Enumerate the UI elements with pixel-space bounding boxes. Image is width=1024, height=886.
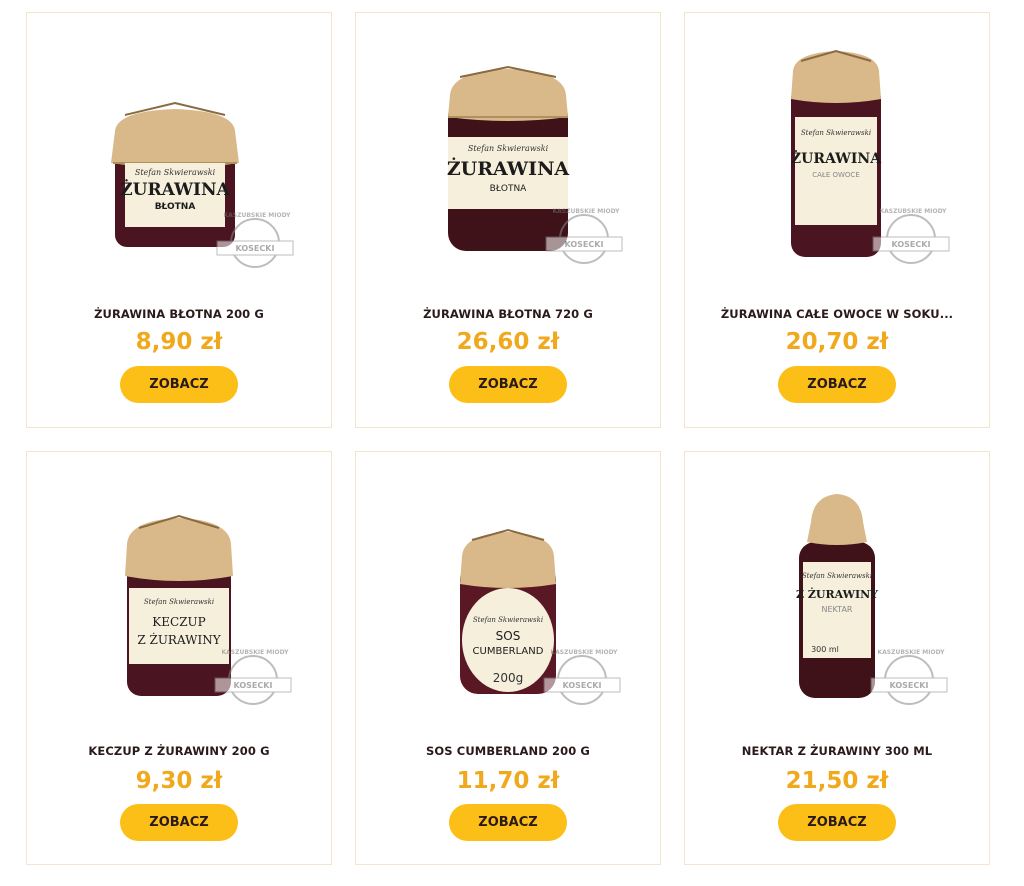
label-brand: Stefan Skwierawski <box>135 168 216 177</box>
label-sub: BŁOTNA <box>155 202 196 212</box>
product-title[interactable]: ŻURAWINA BŁOTNA 200 G <box>35 307 323 321</box>
label-title: ŻURAWINA <box>791 148 882 167</box>
product-image[interactable]: Stefan Skwierawski Z ŻURAWINY NEKTAR 300… <box>685 452 989 727</box>
jar-tall-icon: Stefan Skwierawski ŻURAWINA CAŁE OWOCE K… <box>791 49 950 264</box>
product-title[interactable]: ŻURAWINA BŁOTNA 720 G <box>364 307 652 321</box>
label-sub: CAŁE OWOCE <box>812 171 860 179</box>
view-button[interactable]: ZOBACZ <box>778 804 896 841</box>
product-card[interactable]: Stefan Skwierawski ŻURAWINA CAŁE OWOCE K… <box>684 12 990 428</box>
view-button[interactable]: ZOBACZ <box>778 366 896 403</box>
view-button[interactable]: ZOBACZ <box>449 804 567 841</box>
svg-text:KOSECKI: KOSECKI <box>565 240 604 249</box>
label-title: Z ŻURAWINY <box>796 587 878 601</box>
product-image[interactable]: Stefan Skwierawski ŻURAWINA BŁOTNA KOSEC… <box>27 13 331 288</box>
label-title: SOS <box>496 629 521 643</box>
product-title[interactable]: SOS CUMBERLAND 200 G <box>364 744 652 758</box>
jar-short-icon: Stefan Skwierawski ŻURAWINA BŁOTNA KOSEC… <box>111 101 294 268</box>
svg-text:KASZUBSKIE MIODY: KASZUBSKIE MIODY <box>553 208 621 215</box>
svg-text:KOSECKI: KOSECKI <box>890 681 929 690</box>
label-title: ŻURAWINA <box>447 157 570 180</box>
label-brand: Stefan Skwierawski <box>468 144 549 153</box>
svg-text:KASZUBSKIE MIODY: KASZUBSKIE MIODY <box>878 649 946 656</box>
label-weight: 200g <box>493 671 524 685</box>
label-sub: CUMBERLAND <box>473 646 544 657</box>
view-button[interactable]: ZOBACZ <box>120 804 238 841</box>
product-image[interactable]: Stefan Skwierawski KECZUP Z ŻURAWINY KOS… <box>27 452 331 727</box>
svg-text:KOSECKI: KOSECKI <box>892 240 931 249</box>
product-title[interactable]: NEKTAR Z ŻURAWINY 300 ML <box>693 744 981 758</box>
bottle-icon: Stefan Skwierawski Z ŻURAWINY NEKTAR 300… <box>796 494 948 705</box>
svg-text:KOSECKI: KOSECKI <box>236 244 275 253</box>
svg-text:KOSECKI: KOSECKI <box>234 681 273 690</box>
product-price: 21,50 zł <box>785 768 889 794</box>
svg-text:KASZUBSKIE MIODY: KASZUBSKIE MIODY <box>551 649 619 656</box>
view-button[interactable]: ZOBACZ <box>449 366 567 403</box>
product-image[interactable]: Stefan Skwierawski ŻURAWINA BŁOTNA KOSEC… <box>356 13 660 288</box>
jar-medium-icon: Stefan Skwierawski KECZUP Z ŻURAWINY KOS… <box>125 514 292 705</box>
jar-round-icon: Stefan Skwierawski SOS CUMBERLAND 200g K… <box>460 528 621 705</box>
label-title: KECZUP <box>152 615 205 629</box>
product-price: 8,90 zł <box>135 329 223 355</box>
label-brand: Stefan Skwierawski <box>802 572 872 580</box>
label-sub: NEKTAR <box>822 605 853 614</box>
product-price: 9,30 zł <box>135 768 223 794</box>
product-card[interactable]: Stefan Skwierawski ŻURAWINA BŁOTNA KOSEC… <box>355 12 661 428</box>
svg-text:KASZUBSKIE MIODY: KASZUBSKIE MIODY <box>224 212 292 219</box>
product-title[interactable]: ŻURAWINA CAŁE OWOCE W SOKU... <box>693 307 981 321</box>
product-card[interactable]: Stefan Skwierawski KECZUP Z ŻURAWINY KOS… <box>26 451 332 865</box>
label-brand: Stefan Skwierawski <box>473 616 543 624</box>
label-sub: BŁOTNA <box>490 184 528 194</box>
view-button[interactable]: ZOBACZ <box>120 366 238 403</box>
product-card[interactable]: Stefan Skwierawski SOS CUMBERLAND 200g K… <box>355 451 661 865</box>
product-price: 20,70 zł <box>785 329 889 355</box>
label-sub: Z ŻURAWINY <box>137 632 221 647</box>
product-card[interactable]: Stefan Skwierawski ŻURAWINA BŁOTNA KOSEC… <box>26 12 332 428</box>
product-title[interactable]: KECZUP Z ŻURAWINY 200 G <box>35 744 323 758</box>
jar-large-icon: Stefan Skwierawski ŻURAWINA BŁOTNA KOSEC… <box>447 65 623 264</box>
label-brand: Stefan Skwierawski <box>801 129 871 137</box>
product-image[interactable]: Stefan Skwierawski SOS CUMBERLAND 200g K… <box>356 452 660 727</box>
svg-text:KOSECKI: KOSECKI <box>563 681 602 690</box>
svg-text:KASZUBSKIE MIODY: KASZUBSKIE MIODY <box>222 649 290 656</box>
label-title: ŻURAWINA <box>120 179 230 200</box>
product-image[interactable]: Stefan Skwierawski ŻURAWINA CAŁE OWOCE K… <box>685 13 989 288</box>
product-price: 26,60 zł <box>456 329 560 355</box>
product-price: 11,70 zł <box>456 768 560 794</box>
watermark-logo: KOSECKI KASZUBSKIE MIODY <box>870 649 948 705</box>
svg-text:KASZUBSKIE MIODY: KASZUBSKIE MIODY <box>880 208 948 215</box>
product-card[interactable]: Stefan Skwierawski Z ŻURAWINY NEKTAR 300… <box>684 451 990 865</box>
label-weight: 300 ml <box>811 645 839 654</box>
label-brand: Stefan Skwierawski <box>144 598 214 606</box>
watermark-logo: KOSECKI KASZUBSKIE MIODY <box>872 208 950 264</box>
